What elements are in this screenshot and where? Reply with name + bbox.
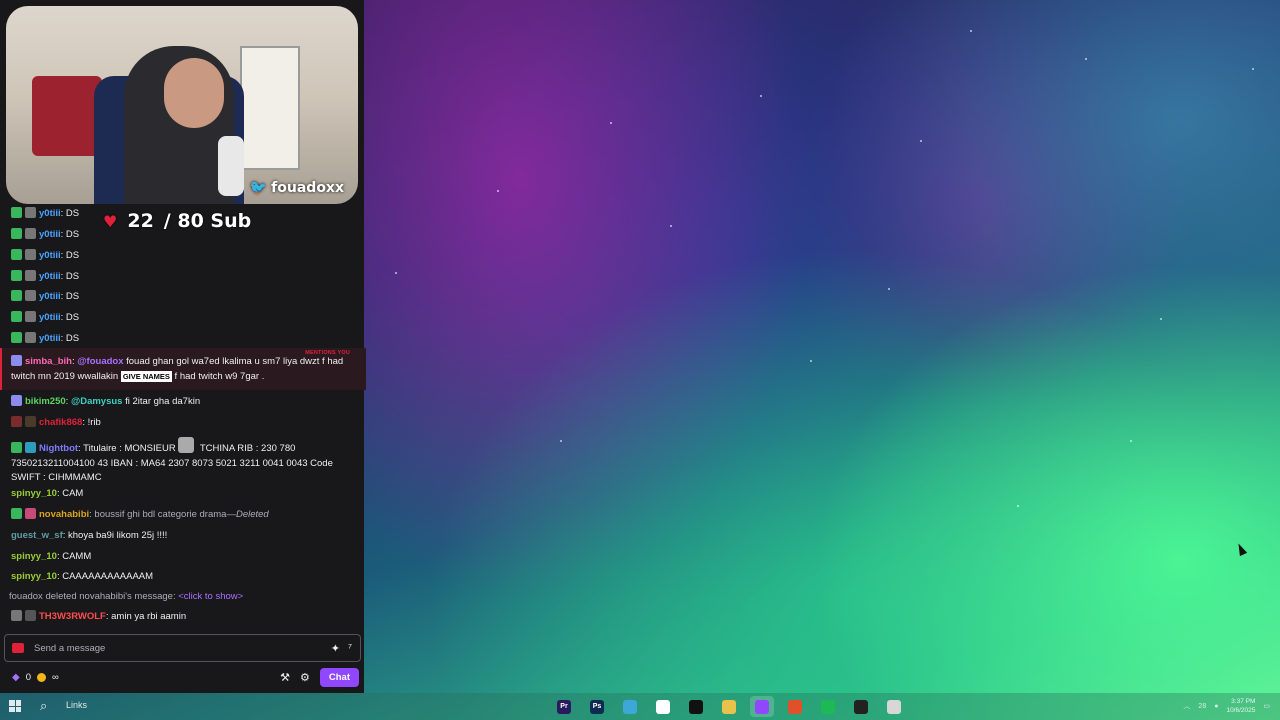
channel-points[interactable]: ◆ 0 ∞ bbox=[12, 672, 59, 683]
click-to-show-link[interactable]: <click to show> bbox=[178, 591, 243, 602]
chat-message-input[interactable] bbox=[32, 641, 331, 655]
sub-badge-icon bbox=[25, 228, 36, 239]
capcut-icon[interactable] bbox=[618, 696, 642, 717]
tray-app-icon[interactable]: ● bbox=[1214, 703, 1218, 710]
moderator-badge-icon bbox=[11, 332, 22, 343]
premiere-icon[interactable]: Pr bbox=[552, 696, 576, 717]
chat-message-mention[interactable]: simba_bih: @fouadox fouad ghan gol wa7ed… bbox=[11, 355, 351, 384]
twitch-icon[interactable] bbox=[750, 696, 774, 717]
chat-message[interactable]: TH3W3RWOLF: amin ya rbi aamin bbox=[11, 610, 351, 625]
chat-message[interactable]: spinyy_10: CAAAAAAAAAAAAM bbox=[11, 570, 351, 585]
chat-message[interactable]: y0tiii: DS bbox=[11, 332, 351, 347]
chat-message[interactable]: guest_w_sf: khoya ba9i likom 25j !!!! bbox=[11, 529, 351, 544]
twitter-icon: 🐦 bbox=[249, 180, 268, 196]
chat-message[interactable]: Nightbot: Titulaire : MONSIEUR TCHINA RI… bbox=[11, 437, 351, 486]
moderator-badge-icon bbox=[11, 270, 22, 281]
camera-icon[interactable] bbox=[12, 643, 24, 653]
system-tray: ︿ 28 ● 3:37 PM 10/6/2025 ▭ bbox=[1183, 697, 1270, 715]
pinned-apps: Pr Ps bbox=[552, 696, 906, 717]
sparkle-tool-icon[interactable]: ⚒ bbox=[280, 671, 290, 684]
moderator-badge-icon bbox=[11, 207, 22, 218]
chevron-up-icon[interactable]: ︿ bbox=[1183, 701, 1190, 711]
chat-message[interactable]: spinyy_10: CAM bbox=[11, 487, 351, 502]
chat-message[interactable]: novahabibi: boussif ghi bdl categorie dr… bbox=[11, 508, 351, 523]
sub-badge-icon bbox=[11, 395, 22, 406]
spotify-icon[interactable] bbox=[816, 696, 840, 717]
sub-badge-icon bbox=[25, 207, 36, 218]
chat-message[interactable]: spinyy_10: CAMM bbox=[11, 550, 351, 565]
moderator-badge-icon bbox=[11, 311, 22, 322]
chrome-icon[interactable] bbox=[882, 696, 906, 717]
system-message: fouadox deleted novahabibi's message: <c… bbox=[9, 591, 244, 602]
chat-input-box[interactable]: ✦ ⁷ bbox=[4, 634, 361, 662]
chat-message[interactable]: y0tiii: DS bbox=[11, 311, 351, 326]
7tv-emote-icon[interactable]: ⁷ bbox=[348, 642, 352, 654]
chat-message[interactable]: y0tiii: DS bbox=[11, 228, 351, 243]
sub-badge-icon bbox=[25, 311, 36, 322]
moderator-badge-icon bbox=[11, 508, 22, 519]
moderator-badge-icon bbox=[11, 290, 22, 301]
give-names-emote: GIVE NAMES bbox=[120, 370, 172, 382]
windows-taskbar: ⌕ Links Pr Ps ︿ 28 ● 3:37 PM 10/6/2025 ▭ bbox=[0, 693, 1280, 720]
brave-icon[interactable] bbox=[783, 696, 807, 717]
photoshop-icon[interactable]: Ps bbox=[585, 696, 609, 717]
chat-message[interactable]: chafik868: !rib bbox=[11, 416, 351, 431]
moderator-badge-icon bbox=[11, 228, 22, 239]
bits-badge-icon bbox=[25, 416, 36, 427]
sub-badge-icon bbox=[11, 610, 22, 621]
sub-badge-icon bbox=[25, 249, 36, 260]
emote-face-icon bbox=[178, 437, 195, 453]
chat-message[interactable]: y0tiii: DS bbox=[11, 207, 351, 222]
discord-icon[interactable] bbox=[651, 696, 675, 717]
chat-message[interactable]: y0tiii: DS bbox=[11, 249, 351, 264]
moderator-badge-icon bbox=[11, 249, 22, 260]
settings-gear-icon[interactable]: ⚙ bbox=[300, 671, 310, 684]
points-coin-icon bbox=[37, 672, 46, 682]
bits-icon[interactable]: ✦ bbox=[331, 642, 340, 655]
chat-send-button[interactable]: Chat bbox=[319, 667, 359, 687]
sub-badge-icon bbox=[11, 355, 22, 366]
clock[interactable]: 3:37 PM 10/6/2025 bbox=[1226, 697, 1255, 715]
diamond-icon: ◆ bbox=[12, 671, 20, 683]
chat-message[interactable]: bikim250: @Damysus fi 2itar gha da7kin bbox=[11, 395, 351, 410]
sub-badge-icon bbox=[25, 270, 36, 281]
file-explorer-icon[interactable] bbox=[717, 696, 741, 717]
app-icon[interactable] bbox=[849, 696, 873, 717]
twitter-handle: 🐦 fouadoxx bbox=[249, 180, 344, 196]
bits-badge-icon bbox=[25, 610, 36, 621]
sub-badge-icon bbox=[25, 290, 36, 301]
chat-bottom-bar: ◆ 0 ∞ ⚒ ⚙ Chat bbox=[0, 666, 364, 688]
bot-badge-icon bbox=[25, 442, 36, 453]
twitch-chat-panel: 🐦 fouadoxx ♥ 22 / 80 Sub y0tiii: DS y0ti… bbox=[0, 0, 366, 693]
moderator-badge-icon bbox=[11, 442, 22, 453]
notification-icon[interactable]: ▭ bbox=[1263, 702, 1270, 710]
valorant-icon[interactable] bbox=[684, 696, 708, 717]
sub-badge-icon bbox=[11, 416, 22, 427]
links-toolbar[interactable]: Links bbox=[66, 700, 87, 710]
webcam-overlay: 🐦 fouadoxx bbox=[6, 6, 358, 204]
windows-start-icon[interactable] bbox=[9, 700, 21, 712]
chat-message[interactable]: y0tiii: DS bbox=[11, 290, 351, 305]
chat-message[interactable]: y0tiii: DS bbox=[11, 270, 351, 285]
sub-badge-icon bbox=[25, 332, 36, 343]
search-icon[interactable]: ⌕ bbox=[40, 698, 47, 714]
sub-badge-icon bbox=[25, 508, 36, 519]
